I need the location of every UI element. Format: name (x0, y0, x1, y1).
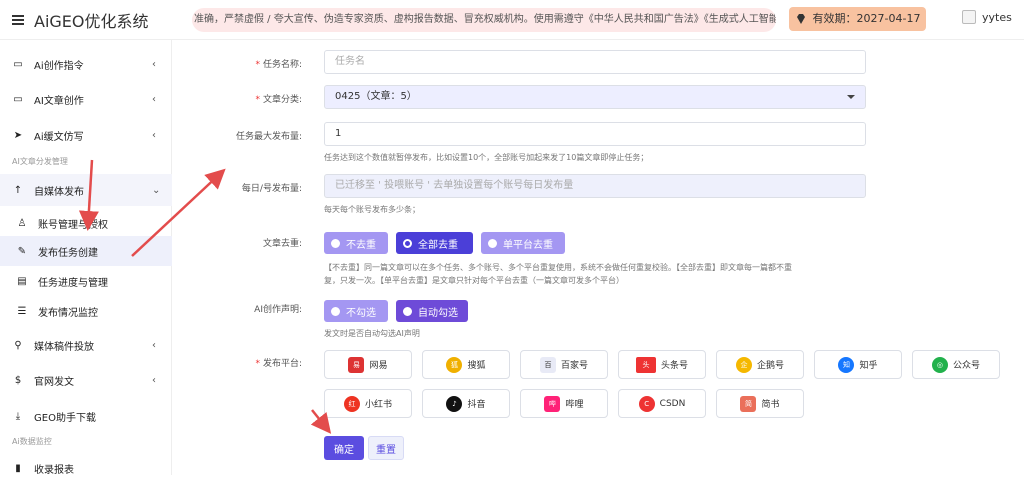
radio-icon (331, 306, 340, 316)
platform-wangyi[interactable]: 易网易 (324, 350, 412, 379)
section-label-distribution: AI文章分发管理 (12, 157, 68, 166)
platform-jianshu[interactable]: 简简书 (716, 389, 804, 418)
diamond-icon (796, 14, 805, 24)
ai-notice-hint: 发文时是否自动勾选AI声明 (324, 329, 420, 338)
ai-notice-option-auto[interactable]: 自动勾选 (396, 300, 468, 322)
download-icon: ⤓ (15, 410, 21, 422)
chevron-left-icon: ‹ (152, 58, 156, 70)
baijiahao-icon: 百 (539, 356, 556, 373)
max-publish-input[interactable]: 1 (324, 122, 866, 146)
sidebar-item-create-task[interactable]: ✎ 发布任务创建 (0, 236, 172, 266)
sidebar-item-media-placement[interactable]: ⚲ 媒体稿件投放 ‹ (0, 333, 172, 357)
dedup-option-none[interactable]: 不去重 (324, 232, 388, 254)
sidebar-item-geo-download[interactable]: ⤓ GEO助手下载 (0, 404, 172, 428)
xiaohongshu-icon: 红 (343, 395, 360, 412)
penguin-icon: 企 (735, 356, 752, 373)
dedup-label: 文章去重: (262, 239, 302, 249)
sidebar-item-task-progress[interactable]: ▤ 任务进度与管理 (0, 266, 172, 296)
platform-baijiahao[interactable]: 百百家号 (520, 350, 608, 379)
platform-douyin[interactable]: ♪ 抖音 (422, 389, 510, 418)
category-label: * 文章分类: (255, 95, 302, 105)
reset-button[interactable]: 重置 (368, 436, 404, 460)
platform-csdn[interactable]: C CSDN (618, 389, 706, 418)
edit-icon: ✎ (17, 245, 27, 257)
sohu-icon: 狐 (446, 356, 463, 373)
chart-icon: ▮ (15, 462, 21, 474)
task-form: * 任务名称: 任务名 * 文章分类: 0425（文章：5） 任务最大发布量: 1 … (172, 40, 1024, 475)
list-icon: ▤ (17, 275, 27, 287)
up-arrow-icon: ↑ (13, 184, 23, 196)
platform-xiaohongshu[interactable]: 红小红书 (324, 389, 412, 418)
platform-qiehao[interactable]: 企企鹅号 (716, 350, 804, 379)
daily-publish-hint: 每天每个账号发布多少条； (324, 205, 420, 214)
platform-gongzhonghao[interactable]: ◎ 公众号 (912, 350, 1000, 379)
menu-icon[interactable] (12, 15, 24, 25)
submit-button[interactable]: 确定 (324, 436, 364, 460)
platform-bilibili[interactable]: 哔哔哩 (520, 389, 608, 418)
chevron-left-icon: ‹ (152, 129, 156, 141)
chevron-left-icon: ‹ (152, 339, 156, 351)
platform-zhihu[interactable]: 知知乎 (814, 350, 902, 379)
expiry-badge: 有效期：2027-04-17 (789, 7, 926, 31)
sidebar-item-publish-monitor[interactable]: ☰ 发布情况监控 (0, 296, 172, 326)
send-icon: ➤ (13, 129, 23, 141)
sidebar-item-ai-article[interactable]: ▭ AI文章创作 ‹ (0, 87, 172, 111)
radio-selected-icon (403, 306, 412, 316)
sidebar: ▭ Ai创作指令 ‹ ▭ AI文章创作 ‹ ➤ Ai缓文仿写 ‹ AI文章分发管… (0, 40, 172, 478)
toutiao-icon: 头 (635, 356, 656, 373)
search-icon: ⚲ (14, 339, 22, 351)
folder-icon: ▭ (13, 58, 23, 70)
task-name-input[interactable]: 任务名 (324, 50, 866, 74)
top-header: AiGEO优化系统 准确，严禁虚假 / 夸大宣传、伪造专家资质、虚构报告数据、冒… (0, 0, 1024, 40)
sidebar-item-website-post[interactable]: $ 官网发文 ‹ (0, 368, 172, 392)
bilibili-icon: 哔 (544, 395, 561, 412)
max-publish-hint: 任务达到这个数值就暂停发布，比如设置10个，全部账号加起来发了10篇文章即停止任… (324, 153, 649, 162)
user-menu[interactable]: yytes (962, 10, 1012, 24)
sidebar-item-ai-rewrite[interactable]: ➤ Ai缓文仿写 ‹ (0, 123, 172, 147)
platforms-label: * 发布平台: (255, 359, 302, 369)
logo-area: AiGEO优化系统 (0, 0, 172, 40)
ai-notice-option-none[interactable]: 不勾选 (324, 300, 388, 322)
csdn-icon: C (638, 395, 655, 412)
caret-down-icon (847, 95, 855, 99)
chevron-left-icon: ‹ (152, 93, 156, 105)
platform-toutiao[interactable]: 头头条号 (618, 350, 706, 379)
username[interactable]: yytes (982, 11, 1012, 24)
dedup-hint-1: 【不去重】同一篇文章可以在多个任务、多个账号、多个平台重复使用，系统不会做任何重… (324, 263, 792, 272)
main-content: * 任务名称: 任务名 * 文章分类: 0425（文章：5） 任务最大发布量: 1 … (172, 40, 1024, 475)
sidebar-item-ai-prompt[interactable]: ▭ Ai创作指令 ‹ (0, 52, 172, 76)
douyin-icon: ♪ (446, 395, 463, 412)
expiry-text: 有效期：2027-04-17 (812, 12, 921, 25)
user-icon: ♙ (17, 217, 27, 229)
dedup-option-all[interactable]: 全部去重 (396, 232, 473, 254)
ai-notice-label: AI创作声明: (254, 305, 302, 315)
folder-icon: ▭ (13, 93, 23, 105)
notice-marquee: 准确，严禁虚假 / 夸大宣传、伪造专家资质、虚构报告数据、冒充权威机构。使用需遵… (192, 8, 776, 32)
section-label-data: Ai数据监控 (12, 437, 52, 446)
sidebar-item-report[interactable]: ▮ 收录报表 (0, 458, 172, 478)
app-title: AiGEO优化系统 (34, 12, 149, 31)
wechat-icon: ◎ (931, 356, 948, 373)
dedup-hint-2: 复，只发一次。【单平台去重】是文章只针对每个平台去重（一篇文章可发多个平台） (324, 276, 624, 285)
chevron-left-icon: ‹ (152, 374, 156, 386)
platform-sohu[interactable]: 狐搜狐 (422, 350, 510, 379)
dollar-icon: $ (14, 374, 22, 386)
category-select[interactable]: 0425（文章：5） (324, 85, 866, 109)
daily-publish-label: 每日/号发布量: (241, 184, 302, 194)
radio-icon (331, 238, 340, 248)
max-publish-label: 任务最大发布量: (235, 132, 302, 142)
avatar[interactable] (962, 10, 976, 24)
netease-icon: 易 (348, 356, 365, 373)
jianshu-icon: 简 (740, 395, 757, 412)
sidebar-item-account-auth[interactable]: ♙ 账号管理与授权 (0, 208, 172, 238)
sidebar-group-media-publish[interactable]: ↑ 自媒体发布 ⌄ (0, 174, 172, 206)
daily-publish-input[interactable]: 已迁移至 ' 投喂账号 ' 去单独设置每个账号每日发布量 (324, 174, 866, 198)
chevron-down-icon: ⌄ (152, 184, 161, 196)
list-icon: ☰ (17, 305, 27, 317)
radio-selected-icon (403, 238, 412, 248)
radio-icon (488, 238, 497, 248)
zhihu-icon: 知 (838, 356, 855, 373)
dedup-option-platform[interactable]: 单平台去重 (481, 232, 565, 254)
task-name-label: * 任务名称: (255, 60, 302, 70)
